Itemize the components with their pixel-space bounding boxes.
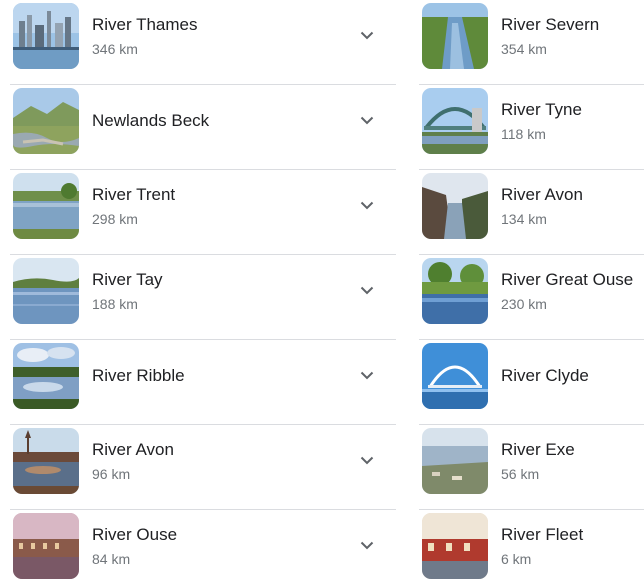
list-item[interactable]: River Ouse 84 km <box>10 510 396 583</box>
river-ouse-thumbnail <box>13 513 79 579</box>
river-length: 118 km <box>501 125 546 142</box>
river-name: River Exe <box>501 439 575 459</box>
river-tay-thumbnail <box>13 258 79 324</box>
river-length: 298 km <box>92 210 138 227</box>
river-length: 188 km <box>92 295 138 312</box>
river-length: 84 km <box>92 550 131 567</box>
right-river-list: River Severn 354 km River Tyne 118 km Ri… <box>419 0 644 583</box>
list-item[interactable]: River Ribble <box>10 340 396 425</box>
list-item[interactable]: River Thames 346 km <box>10 0 396 85</box>
river-great-ouse-thumbnail <box>422 258 488 324</box>
river-length: 346 km <box>92 40 138 57</box>
list-item[interactable]: River Clyde <box>419 340 644 425</box>
river-name: River Ouse <box>92 524 178 544</box>
left-river-list: River Thames 346 km Newlands Beck River … <box>10 0 396 583</box>
newlands-beck-thumbnail <box>13 88 79 154</box>
chevron-down-icon[interactable] <box>358 111 376 129</box>
river-trent-thumbnail <box>13 173 79 239</box>
river-exe-thumbnail <box>422 428 488 494</box>
list-item[interactable]: River Trent 298 km <box>10 170 396 255</box>
river-length: 134 km <box>501 210 547 227</box>
river-clyde-thumbnail <box>422 343 488 409</box>
river-name: River Tyne <box>501 99 582 119</box>
river-avon-thumbnail <box>13 428 79 494</box>
chevron-down-icon[interactable] <box>358 536 376 554</box>
river-name: River Fleet <box>501 524 584 544</box>
river-ribble-thumbnail <box>13 343 79 409</box>
list-item[interactable]: River Avon 96 km <box>10 425 396 510</box>
river-name: River Trent <box>92 184 176 204</box>
river-name: River Great Ouse <box>501 269 634 289</box>
list-item[interactable]: River Severn 354 km <box>419 0 644 85</box>
river-length: 6 km <box>501 550 532 567</box>
river-tyne-thumbnail <box>422 88 488 154</box>
river-length: 56 km <box>501 465 540 482</box>
list-item[interactable]: River Exe 56 km <box>419 425 644 510</box>
river-name: Newlands Beck <box>92 111 210 130</box>
list-item[interactable]: River Tyne 118 km <box>419 85 644 170</box>
river-length: 230 km <box>501 295 547 312</box>
chevron-down-icon[interactable] <box>358 196 376 214</box>
chevron-down-icon[interactable] <box>358 281 376 299</box>
river-name: River Ribble <box>92 366 185 385</box>
list-item[interactable]: River Great Ouse 230 km <box>419 255 644 340</box>
river-name: River Clyde <box>501 366 589 385</box>
list-item[interactable]: Newlands Beck <box>10 85 396 170</box>
river-name: River Thames <box>92 14 198 34</box>
river-length: 96 km <box>92 465 131 482</box>
list-item[interactable]: River Avon 134 km <box>419 170 644 255</box>
river-name: River Avon <box>92 439 174 459</box>
river-length: 354 km <box>501 40 547 57</box>
river-avon-gorge-thumbnail <box>422 173 488 239</box>
chevron-down-icon[interactable] <box>358 451 376 469</box>
river-thames-thumbnail <box>13 3 79 69</box>
river-fleet-thumbnail <box>422 513 488 579</box>
river-name: River Severn <box>501 14 600 34</box>
chevron-down-icon[interactable] <box>358 26 376 44</box>
river-name: River Tay <box>92 269 163 289</box>
river-name: River Avon <box>501 184 583 204</box>
list-item[interactable]: River Fleet 6 km <box>419 510 644 583</box>
chevron-down-icon[interactable] <box>358 366 376 384</box>
list-item[interactable]: River Tay 188 km <box>10 255 396 340</box>
river-severn-thumbnail <box>422 3 488 69</box>
